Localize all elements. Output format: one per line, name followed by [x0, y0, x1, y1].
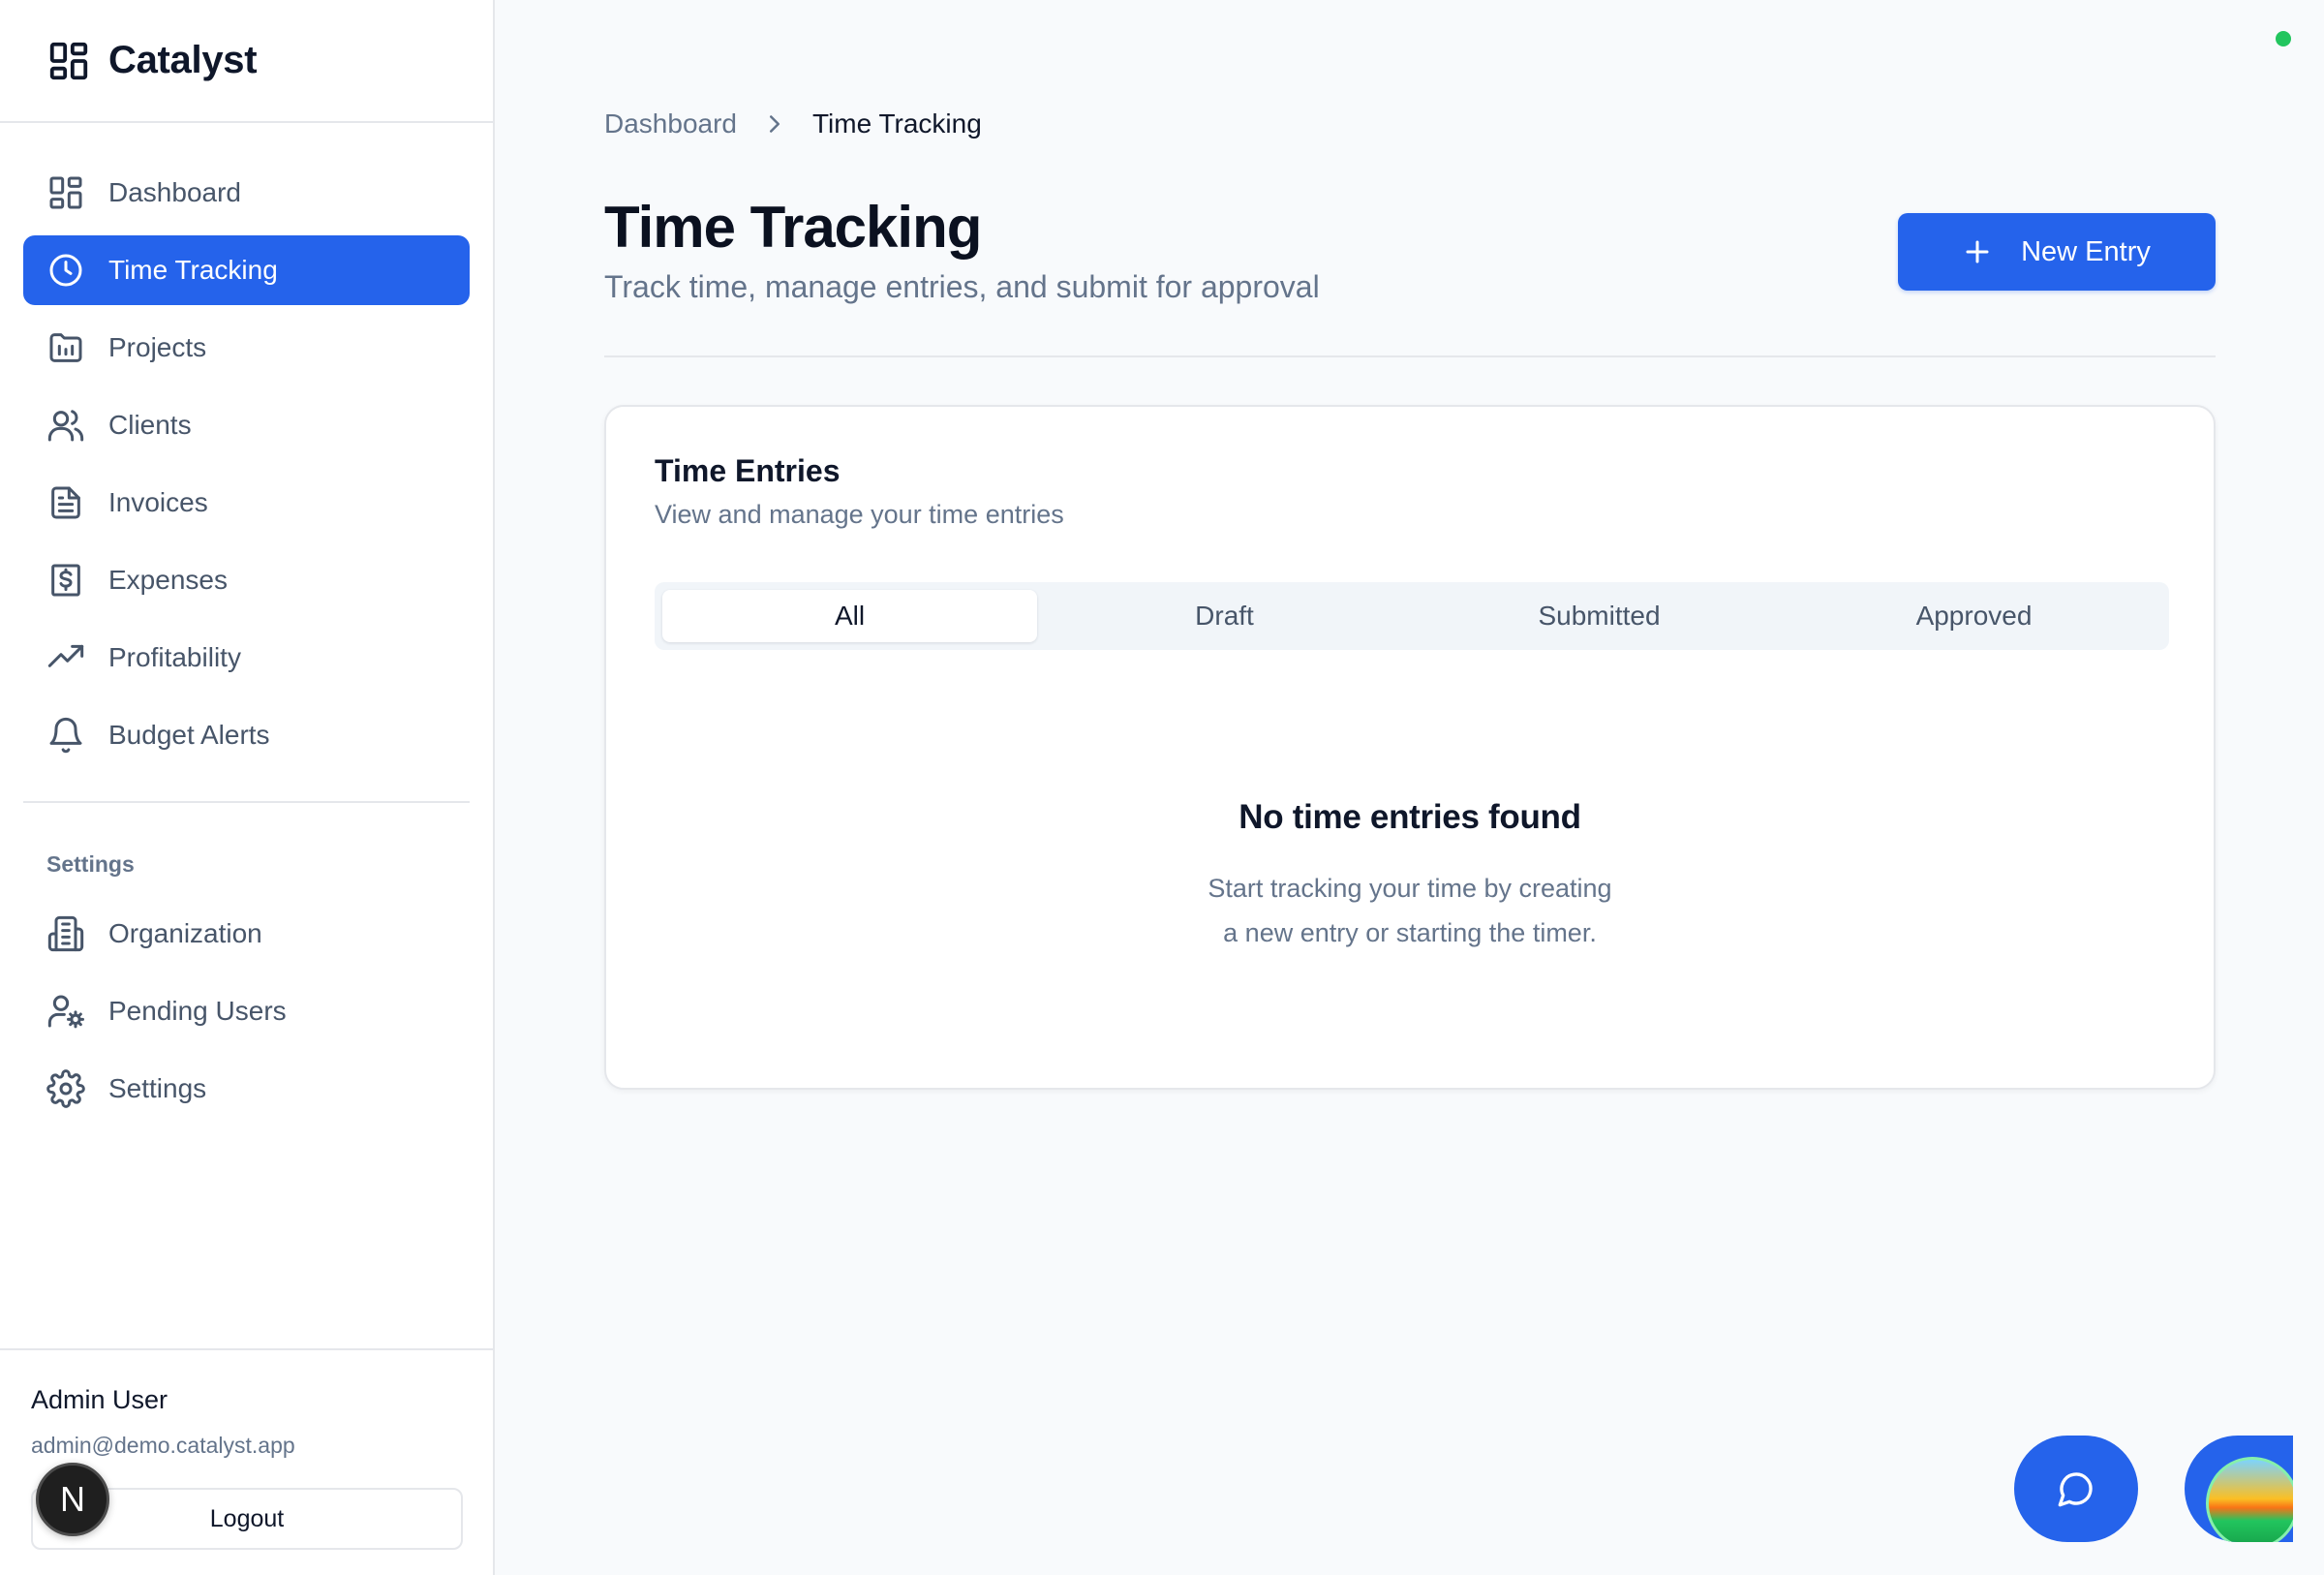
breadcrumb: Dashboard Time Tracking — [604, 108, 982, 139]
header-divider — [604, 355, 2216, 357]
tab-all[interactable]: All — [662, 590, 1037, 642]
chat-bubble-icon — [2058, 1472, 2093, 1507]
sidebar-item-dashboard[interactable]: Dashboard — [23, 158, 470, 228]
breadcrumb-dashboard-link[interactable]: Dashboard — [604, 108, 737, 139]
user-email: admin@demo.catalyst.app — [31, 1433, 295, 1458]
gear-icon — [46, 1069, 85, 1108]
sidebar-item-label: Organization — [108, 918, 262, 948]
chat-button[interactable] — [2014, 1436, 2138, 1542]
receipt-dollar-icon — [51, 564, 80, 597]
empty-state-line-1: Start tracking your time by creating — [1208, 874, 1612, 903]
settings-section-label: Settings — [46, 851, 135, 877]
empty-state-line-2: a new entry or starting the timer. — [1223, 918, 1597, 947]
page-subtitle: Track time, manage entries, and submit f… — [604, 269, 1320, 304]
sidebar-item-label: Expenses — [108, 565, 228, 595]
sidebar-item-label: Pending Users — [108, 996, 287, 1026]
sidebar-item-label: Time Tracking — [108, 255, 278, 285]
status-indicator — [2276, 31, 2291, 46]
sidebar-item-settings[interactable]: Settings — [23, 1054, 470, 1124]
sidebar-item-invoices[interactable]: Invoices — [23, 468, 470, 538]
sidebar-item-time-tracking[interactable]: Time Tracking — [23, 235, 470, 305]
page-title: Time Tracking — [604, 195, 982, 260]
tab-submitted[interactable]: Submitted — [1412, 590, 1787, 642]
user-name: Admin User — [31, 1385, 168, 1414]
bell-icon — [49, 717, 82, 754]
sidebar-item-label: Profitability — [108, 642, 241, 672]
sidebar-item-label: Clients — [108, 410, 192, 440]
card-title: Time Entries — [655, 453, 841, 488]
empty-state-title: No time entries found — [1238, 798, 1581, 836]
folder-chart-icon — [49, 333, 82, 362]
breadcrumb-current: Time Tracking — [811, 108, 982, 139]
sidebar-item-label: Dashboard — [108, 177, 241, 207]
plus-icon — [1966, 240, 1989, 263]
sidebar-item-budget-alerts[interactable]: Budget Alerts — [23, 700, 470, 770]
settings-nav: Organization Pending Users Settings — [0, 899, 493, 1124]
dev-tools-badge[interactable]: N — [36, 1463, 109, 1536]
beach-avatar-image — [2206, 1457, 2293, 1542]
layout-dashboard-icon — [49, 176, 82, 209]
main-content: Dashboard Time Tracking Time Tracking Tr… — [495, 0, 2324, 1575]
trending-up-icon — [47, 644, 84, 667]
sidebar: Catalyst Dashboard Time Tracking Project… — [0, 0, 495, 1575]
user-block: Admin User admin@demo.catalyst.app Logou… — [0, 1348, 493, 1575]
sidebar-item-projects[interactable]: Projects — [23, 313, 470, 383]
sidebar-item-organization[interactable]: Organization — [23, 899, 470, 969]
sidebar-item-pending-users[interactable]: Pending Users — [23, 976, 470, 1046]
new-entry-button[interactable]: New Entry — [1898, 213, 2216, 291]
main-nav: Dashboard Time Tracking Projects Clients… — [0, 123, 493, 770]
status-tabs: All Draft Submitted Approved — [655, 582, 2169, 650]
tab-approved[interactable]: Approved — [1787, 590, 2161, 642]
file-text-icon — [51, 486, 80, 519]
sidebar-item-expenses[interactable]: Expenses — [23, 545, 470, 615]
tab-draft[interactable]: Draft — [1037, 590, 1412, 642]
assistant-avatar-button[interactable] — [2185, 1436, 2293, 1542]
chevron-right-icon — [769, 115, 780, 133]
building-icon — [47, 915, 84, 952]
sidebar-item-label: Projects — [108, 332, 207, 362]
time-entries-card: Time Entries View and manage your time e… — [604, 405, 2216, 1090]
empty-state-text: Start tracking your time by creating a n… — [606, 866, 2214, 955]
brand-name: Catalyst — [108, 39, 258, 81]
sidebar-item-label: Budget Alerts — [108, 720, 270, 750]
sidebar-item-clients[interactable]: Clients — [23, 390, 470, 460]
user-cog-icon — [47, 995, 84, 1029]
app-root: Catalyst Dashboard Time Tracking Project… — [0, 0, 2324, 1575]
sidebar-item-label: Settings — [108, 1073, 207, 1103]
card-subtitle: View and manage your time entries — [655, 500, 1064, 529]
layout-grid-icon — [49, 42, 88, 79]
sidebar-item-label: Invoices — [108, 487, 208, 517]
clock-icon — [49, 254, 82, 287]
brand[interactable]: Catalyst — [0, 0, 493, 123]
sidebar-item-profitability[interactable]: Profitability — [23, 623, 470, 693]
users-icon — [47, 410, 84, 442]
new-entry-label: New Entry — [2021, 235, 2151, 267]
